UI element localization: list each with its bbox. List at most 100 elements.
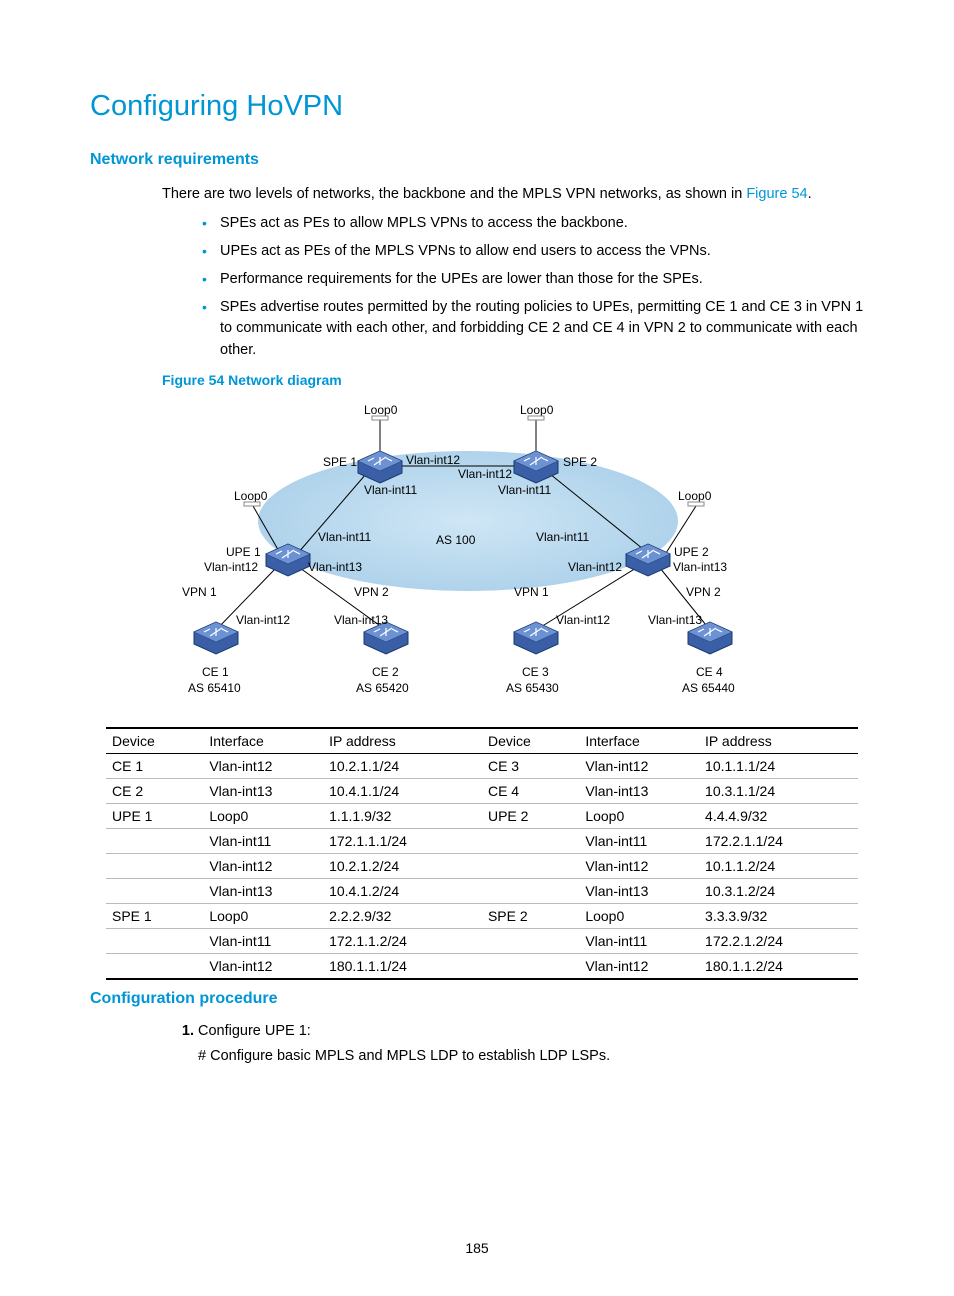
table-cell: Vlan-int12 — [203, 853, 323, 878]
intro-text-post: . — [808, 186, 812, 202]
figure-link[interactable]: Figure 54 — [746, 186, 807, 202]
th-device-1: Device — [106, 728, 203, 754]
label-loop0-spe1: Loop0 — [364, 403, 398, 417]
table-row: SPE 1Loop02.2.2.9/32SPE 2Loop03.3.3.9/32 — [106, 903, 858, 928]
table-cell: SPE 1 — [106, 903, 203, 928]
label-vlan12-upe2: Vlan-int12 — [568, 560, 622, 574]
th-device-2: Device — [482, 728, 579, 754]
table-cell: 3.3.3.9/32 — [699, 903, 858, 928]
table-cell — [482, 853, 579, 878]
table-cell — [482, 953, 579, 979]
table-row: Vlan-int11172.1.1.1/24Vlan-int11172.2.1.… — [106, 828, 858, 853]
step-1-title: Configure UPE 1: — [198, 1023, 311, 1039]
th-ip-1: IP address — [323, 728, 482, 754]
label-as65420: AS 65420 — [356, 681, 409, 695]
table-cell: Vlan-int11 — [579, 828, 699, 853]
table-cell — [482, 878, 579, 903]
label-loop0-upe1: Loop0 — [234, 489, 268, 503]
table-cell: 10.4.1.2/24 — [323, 878, 482, 903]
steps-list: Configure UPE 1: # Configure basic MPLS … — [162, 1020, 864, 1068]
label-vpn2-left: VPN 2 — [354, 585, 389, 599]
table-cell: 172.1.1.1/24 — [323, 828, 482, 853]
label-as65410: AS 65410 — [188, 681, 241, 695]
requirements-list: SPEs act as PEs to allow MPLS VPNs to ac… — [198, 213, 864, 362]
table-cell: Loop0 — [203, 903, 323, 928]
network-requirements-heading: Network requirements — [90, 151, 864, 169]
label-vlan12-spe2: Vlan-int12 — [458, 467, 512, 481]
figure-caption: Figure 54 Network diagram — [162, 372, 864, 388]
page-title: Configuring HoVPN — [90, 90, 864, 123]
table-cell — [106, 828, 203, 853]
table-row: CE 2Vlan-int1310.4.1.1/24CE 4Vlan-int131… — [106, 778, 858, 803]
th-interface-2: Interface — [579, 728, 699, 754]
table-cell: 4.4.4.9/32 — [699, 803, 858, 828]
table-cell: Vlan-int12 — [579, 853, 699, 878]
table-cell — [106, 853, 203, 878]
label-vlan11-spe1down: Vlan-int11 — [364, 483, 417, 497]
table-cell: Vlan-int12 — [203, 953, 323, 979]
label-vpn2-right: VPN 2 — [686, 585, 721, 599]
label-vlan13-ce2: Vlan-int13 — [334, 613, 388, 627]
table-cell: 10.4.1.1/24 — [323, 778, 482, 803]
list-item: UPEs act as PEs of the MPLS VPNs to allo… — [198, 241, 864, 263]
table-cell: Loop0 — [579, 903, 699, 928]
label-loop0-upe2: Loop0 — [678, 489, 712, 503]
list-item: SPEs act as PEs to allow MPLS VPNs to ac… — [198, 213, 864, 235]
table-cell: 10.2.1.2/24 — [323, 853, 482, 878]
table-cell: 10.1.1.1/24 — [699, 753, 858, 778]
label-vlan12-ce3: Vlan-int12 — [556, 613, 610, 627]
label-vlan13-upe2: Vlan-int13 — [673, 560, 727, 574]
table-cell — [106, 953, 203, 979]
step-1: Configure UPE 1: # Configure basic MPLS … — [198, 1020, 864, 1068]
list-item: Performance requirements for the UPEs ar… — [198, 269, 864, 291]
table-cell: 10.1.1.2/24 — [699, 853, 858, 878]
table-cell — [482, 928, 579, 953]
table-cell: 172.1.1.2/24 — [323, 928, 482, 953]
table-cell: 10.2.1.1/24 — [323, 753, 482, 778]
table-cell: 180.1.1.1/24 — [323, 953, 482, 979]
label-spe2: SPE 2 — [563, 455, 597, 469]
configuration-procedure-heading: Configuration procedure — [90, 990, 864, 1008]
label-as100: AS 100 — [436, 533, 476, 547]
table-cell: 1.1.1.9/32 — [323, 803, 482, 828]
table-cell: 172.2.1.1/24 — [699, 828, 858, 853]
label-vlan12-spe1: Vlan-int12 — [406, 453, 460, 467]
step-1-body: # Configure basic MPLS and MPLS LDP to e… — [198, 1045, 864, 1068]
intro-text-pre: There are two levels of networks, the ba… — [162, 186, 746, 202]
table-row: UPE 1Loop01.1.1.9/32UPE 2Loop04.4.4.9/32 — [106, 803, 858, 828]
table-header-row: Device Interface IP address Device Inter… — [106, 728, 858, 754]
label-ce4: CE 4 — [696, 665, 723, 679]
table-cell: CE 4 — [482, 778, 579, 803]
table-cell — [106, 928, 203, 953]
table-cell — [482, 828, 579, 853]
label-vlan11-upe2up: Vlan-int11 — [536, 530, 589, 544]
label-as65440: AS 65440 — [682, 681, 735, 695]
table-cell: CE 2 — [106, 778, 203, 803]
table-cell: Vlan-int13 — [203, 778, 323, 803]
label-spe1: SPE 1 — [323, 455, 357, 469]
page-number: 185 — [0, 1240, 954, 1256]
label-loop0-spe2: Loop0 — [520, 403, 554, 417]
table-cell: CE 3 — [482, 753, 579, 778]
label-ce3: CE 3 — [522, 665, 549, 679]
table-cell: Vlan-int12 — [579, 953, 699, 979]
label-as65430: AS 65430 — [506, 681, 559, 695]
table-cell: 180.1.1.2/24 — [699, 953, 858, 979]
label-upe2: UPE 2 — [674, 545, 709, 559]
list-item: SPEs advertise routes permitted by the r… — [198, 297, 864, 362]
label-vlan11-spe2down: Vlan-int11 — [498, 483, 551, 497]
label-vlan12-upe1: Vlan-int12 — [204, 560, 258, 574]
label-upe1: UPE 1 — [226, 545, 261, 559]
table-cell: Loop0 — [203, 803, 323, 828]
table-cell: Vlan-int13 — [579, 878, 699, 903]
label-vpn1-left: VPN 1 — [182, 585, 217, 599]
table-cell: Loop0 — [579, 803, 699, 828]
table-cell: CE 1 — [106, 753, 203, 778]
table-cell: 10.3.1.1/24 — [699, 778, 858, 803]
table-row: Vlan-int1310.4.1.2/24Vlan-int1310.3.1.2/… — [106, 878, 858, 903]
table-cell: Vlan-int11 — [203, 828, 323, 853]
table-cell: Vlan-int13 — [203, 878, 323, 903]
table-cell: 172.2.1.2/24 — [699, 928, 858, 953]
table-cell: Vlan-int12 — [203, 753, 323, 778]
table-cell: 2.2.2.9/32 — [323, 903, 482, 928]
